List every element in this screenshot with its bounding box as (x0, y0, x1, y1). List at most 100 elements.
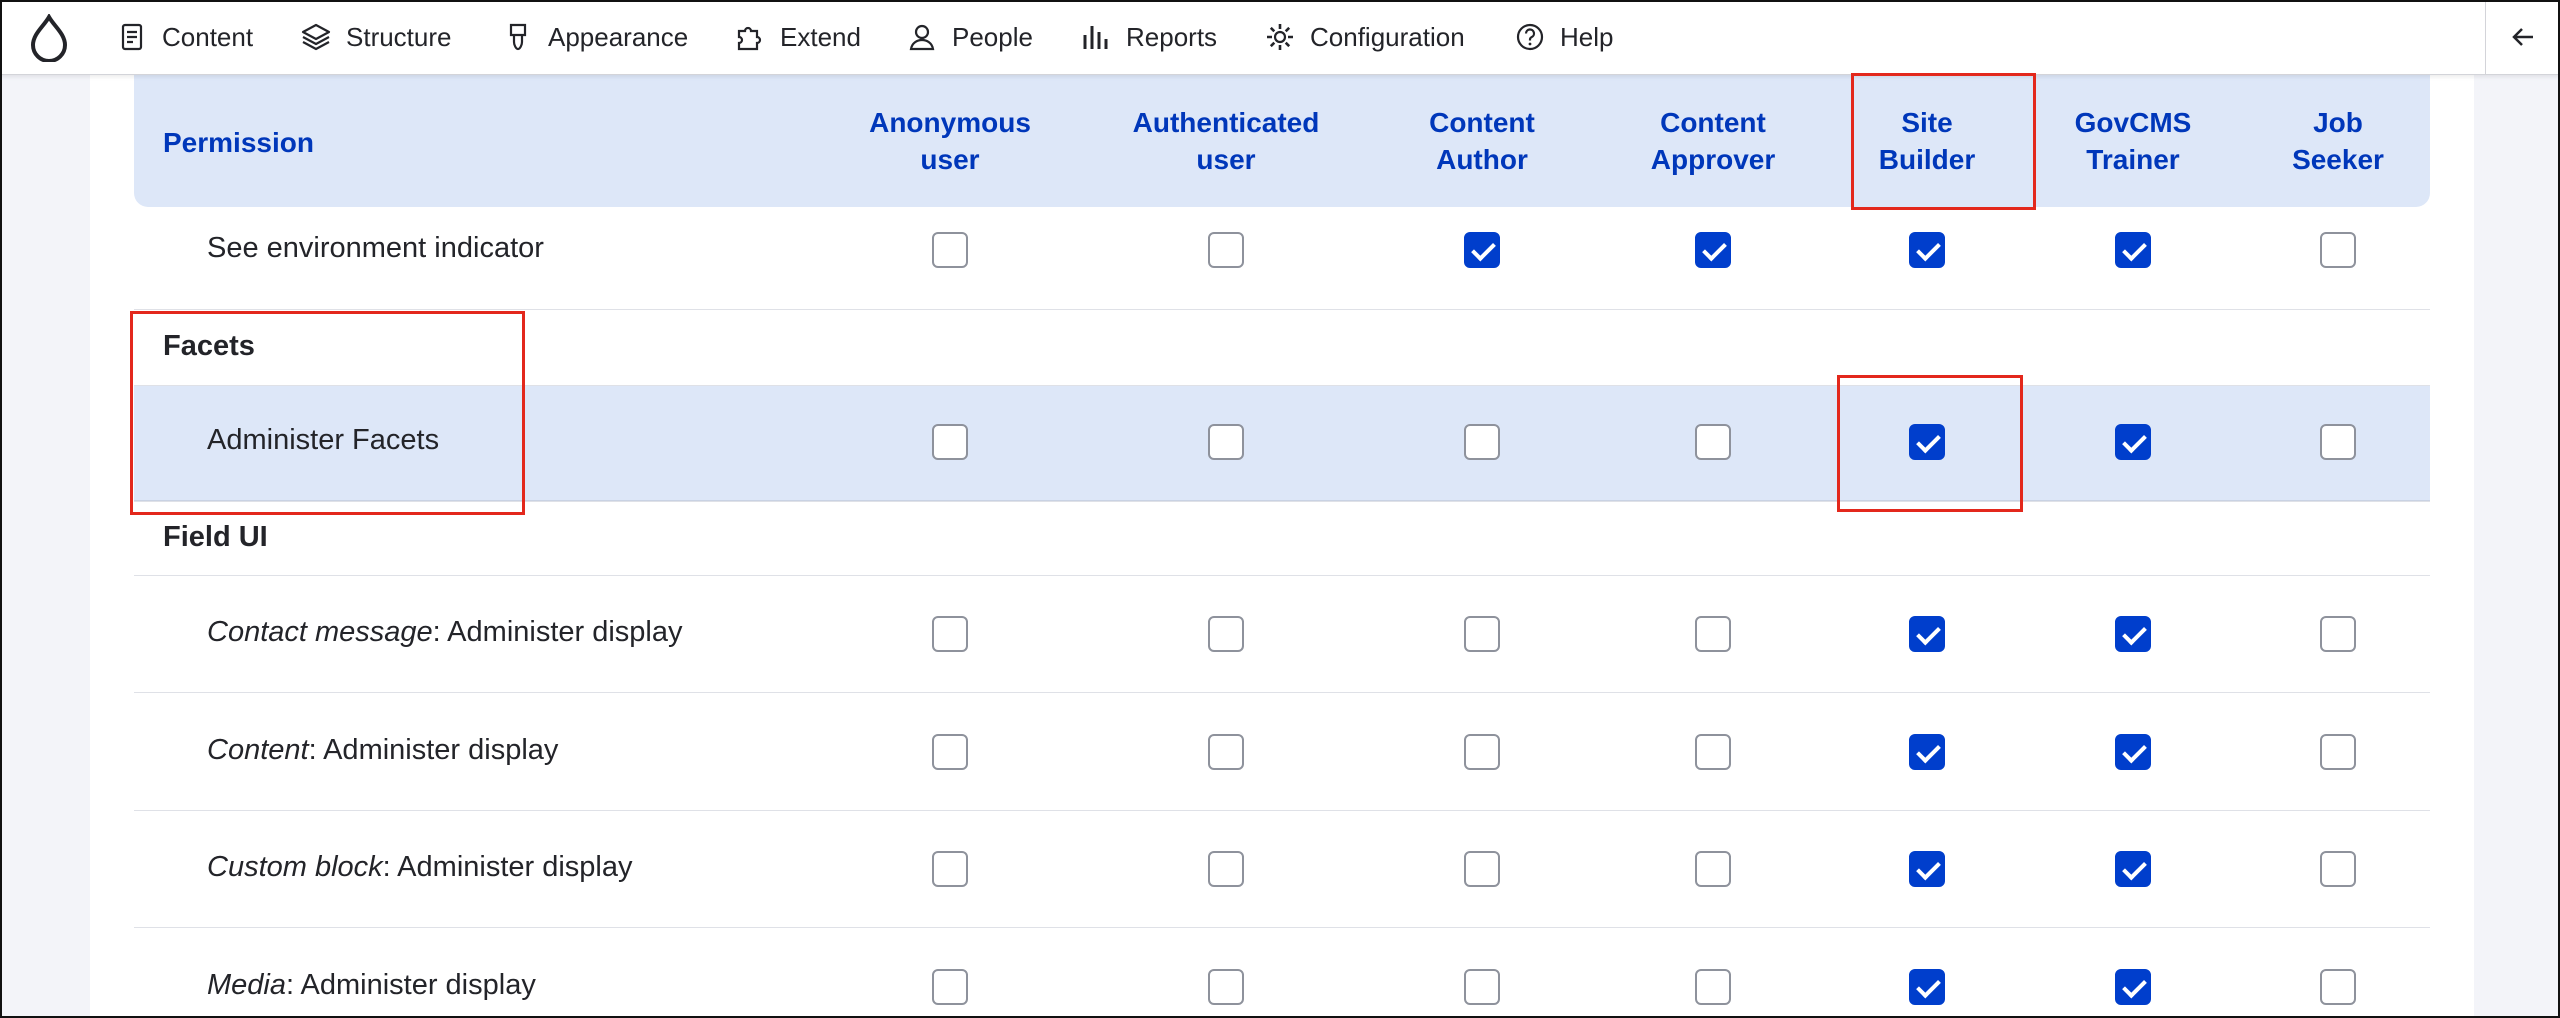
permission-checkbox[interactable] (2115, 734, 2151, 770)
permission-checkbox[interactable] (1695, 851, 1731, 887)
permission-checkbox[interactable] (2320, 232, 2356, 268)
permission-checkbox[interactable] (1464, 969, 1500, 1005)
toolbar-item-label: Reports (1126, 21, 1218, 52)
permission-checkbox[interactable] (1464, 616, 1500, 652)
permission-checkbox[interactable] (1909, 424, 1945, 460)
toolbar-item-structure[interactable]: Structure (300, 0, 452, 74)
toolbar-item-extend[interactable]: Extend (734, 0, 861, 74)
permission-checkbox[interactable] (1909, 616, 1945, 652)
toolbar-item-label: Structure (346, 21, 452, 52)
permission-checkbox[interactable] (2320, 424, 2356, 460)
permission-checkbox[interactable] (2320, 616, 2356, 652)
layers-icon (301, 23, 331, 51)
permission-checkbox[interactable] (932, 851, 968, 887)
permission-checkbox[interactable] (1208, 616, 1244, 652)
role-column-header: Anonymous user (840, 104, 1060, 178)
role-header-line2: Approver (1650, 144, 1776, 175)
role-header-line1: Site (1901, 107, 1953, 138)
permission-text: Administer Facets (207, 424, 440, 456)
admin-toolbar: Content Structure Appearance Extend People Re… (0, 0, 2560, 75)
permission-checkbox[interactable] (2320, 734, 2356, 770)
role-header-line1: Content (1429, 107, 1535, 138)
gear-icon (1267, 24, 1293, 50)
permission-checkbox[interactable] (1695, 232, 1731, 268)
role-column-header: Authenticated user (1116, 104, 1336, 178)
permission-group-title: Field UI (163, 521, 268, 553)
toolbar-item-reports[interactable]: Reports (1080, 0, 1217, 74)
permission-checkbox[interactable] (1695, 424, 1731, 460)
permission-checkbox[interactable] (1909, 232, 1945, 268)
role-header-line1: Content (1660, 107, 1766, 138)
permission-checkbox[interactable] (2320, 851, 2356, 887)
role-header-line1: Anonymous (869, 107, 1031, 138)
permission-column-header: Permission (163, 127, 314, 158)
role-header-line2: Builder (1878, 144, 1976, 175)
permission-label: Custom block: Administer display (207, 851, 633, 884)
permission-checkbox[interactable] (1208, 232, 1244, 268)
row-divider (134, 575, 2430, 576)
brush-icon (509, 23, 527, 51)
puzzle-icon (737, 26, 762, 51)
toolbar-item-help[interactable]: Help (1514, 0, 1613, 74)
permission-checkbox[interactable] (1909, 851, 1945, 887)
document-icon (121, 23, 143, 51)
drupal-logo[interactable] (28, 14, 70, 62)
row-divider (134, 385, 2430, 386)
toolbar-item-label: Appearance (548, 21, 689, 52)
toolbar-item-appearance[interactable]: Appearance (502, 0, 688, 74)
right-gutter (2474, 74, 2560, 1018)
role-column-header: GovCMS Trainer (2023, 104, 2243, 178)
permission-checkbox[interactable] (1695, 734, 1731, 770)
permission-checkbox[interactable] (1695, 969, 1731, 1005)
permission-checkbox[interactable] (2320, 969, 2356, 1005)
permission-checkbox[interactable] (1208, 734, 1244, 770)
role-column-header: Job Seeker (2228, 104, 2448, 178)
toolbar-item-people[interactable]: People (906, 0, 1033, 74)
role-header-line2: Seeker (2292, 144, 2384, 175)
permission-checkbox[interactable] (1208, 424, 1244, 460)
permission-checkbox[interactable] (2115, 232, 2151, 268)
row-divider (134, 501, 2430, 502)
left-gutter (0, 74, 90, 1018)
permission-checkbox[interactable] (1208, 851, 1244, 887)
permission-checkbox[interactable] (1208, 969, 1244, 1005)
permission-checkbox[interactable] (2115, 616, 2151, 652)
role-header-line1: GovCMS (2074, 107, 2192, 138)
bar-chart-icon (1083, 26, 1108, 49)
role-header-line2: user (920, 144, 980, 175)
permission-checkbox[interactable] (1464, 851, 1500, 887)
permission-entity: Contact message (207, 616, 433, 648)
permission-checkbox[interactable] (2115, 851, 2151, 887)
permission-checkbox[interactable] (932, 232, 968, 268)
row-divider (134, 309, 2430, 310)
permission-checkbox[interactable] (1909, 969, 1945, 1005)
arrow-left-icon (2512, 28, 2533, 46)
permission-checkbox[interactable] (932, 969, 968, 1005)
permission-checkbox[interactable] (1464, 424, 1500, 460)
toolbar-item-configuration[interactable]: Configuration (1264, 0, 1465, 74)
toolbar-item-content[interactable]: Content (116, 0, 253, 74)
permission-checkbox[interactable] (1464, 232, 1500, 268)
permission-checkbox[interactable] (932, 616, 968, 652)
permission-checkbox[interactable] (932, 734, 968, 770)
permission-checkbox[interactable] (1695, 616, 1731, 652)
permission-checkbox[interactable] (1909, 734, 1945, 770)
role-column-header: Site Builder (1817, 104, 2037, 178)
role-header-line1: Authenticated (1132, 107, 1320, 138)
row-divider (134, 810, 2430, 811)
toolbar-collapse-button[interactable] (2485, 0, 2560, 74)
permission-checkbox[interactable] (2115, 424, 2151, 460)
toolbar-item-label: Configuration (1310, 21, 1465, 52)
permission-checkbox[interactable] (932, 424, 968, 460)
permission-checkbox[interactable] (2115, 969, 2151, 1005)
permission-text: : Administer display (382, 851, 633, 883)
permission-entity: Content (207, 734, 309, 766)
permission-checkbox[interactable] (1464, 734, 1500, 770)
permissions-table-header: Permission Anonymous user Authenticated use… (134, 74, 2430, 207)
permission-text: : Administer display (286, 969, 536, 1001)
permission-group-title: Facets (163, 330, 255, 362)
help-icon (1516, 23, 1544, 51)
role-column-header: Content Approver (1603, 104, 1823, 178)
permission-text: : Administer display (432, 616, 683, 648)
permission-label: See environment indicator (207, 232, 544, 265)
